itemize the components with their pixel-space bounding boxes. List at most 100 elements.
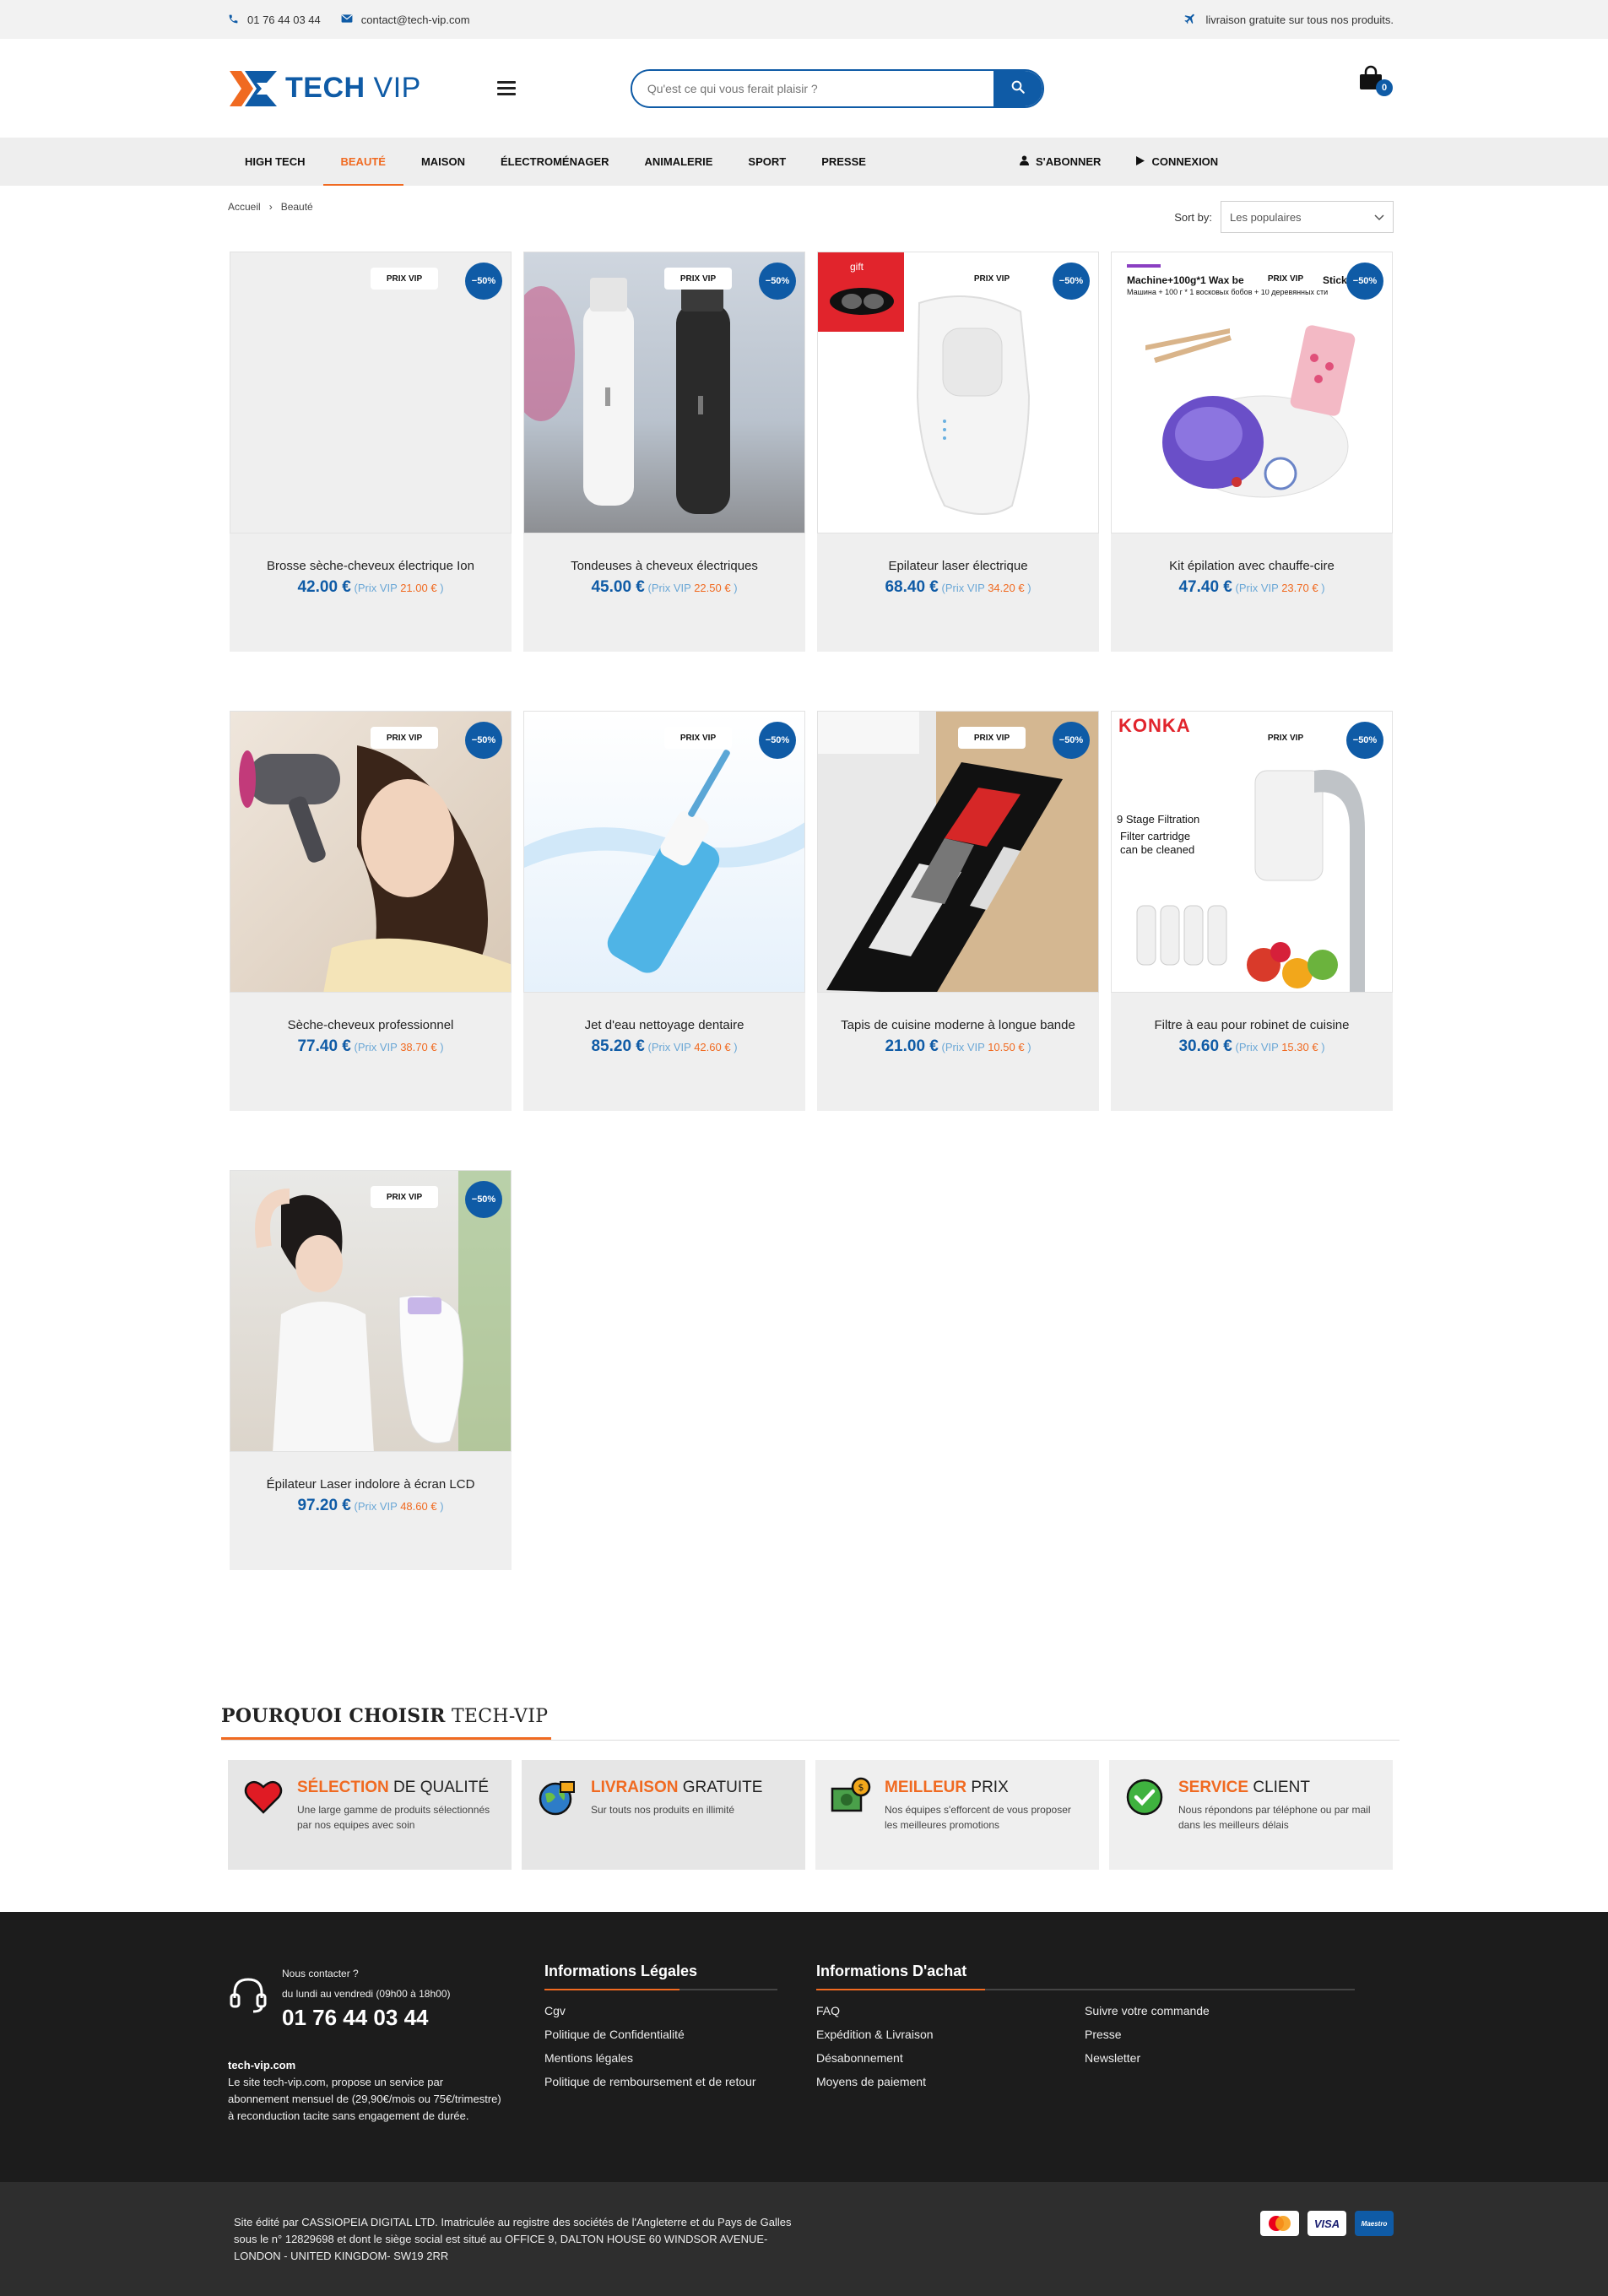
product-name[interactable]: Filtre à eau pour robinet de cuisine bbox=[1111, 993, 1393, 1036]
price-close: ) bbox=[1321, 582, 1325, 594]
check-circle-icon bbox=[1124, 1777, 1165, 1817]
nav-login[interactable]: CONNEXION bbox=[1118, 138, 1236, 186]
footer-contact: Nous contacter ? du lundi au vendredi (0… bbox=[228, 1968, 451, 2031]
mastercard-icon bbox=[1260, 2211, 1299, 2236]
price-regular: 97.20 € bbox=[297, 1497, 351, 1514]
price-vip: 34.20 € bbox=[988, 582, 1025, 594]
money-icon: $ bbox=[831, 1777, 871, 1817]
cart-button[interactable]: 0 bbox=[1357, 64, 1393, 98]
product-card[interactable]: KONKA 9 Stage Filtration Filter cartridg… bbox=[1111, 711, 1393, 1111]
phone-icon bbox=[228, 14, 239, 26]
why-box-shipping: LIVRAISON GRATUITE Sur touts nos produit… bbox=[522, 1760, 805, 1870]
product-name[interactable]: Kit épilation avec chauffe-cire bbox=[1111, 533, 1393, 577]
product-name[interactable]: Épilateur Laser indolore à écran LCD bbox=[230, 1452, 512, 1495]
product-image: PRIX VIP −50% bbox=[523, 252, 805, 533]
product-name[interactable]: Sèche-cheveux professionnel bbox=[230, 993, 512, 1036]
hair-dryer-illustration bbox=[239, 745, 511, 992]
product-image: KONKA 9 Stage Filtration Filter cartridg… bbox=[1111, 711, 1393, 993]
site-logo[interactable]: TECH VIP bbox=[228, 68, 421, 110]
product-card[interactable]: PRIX VIP −50% Tondeuses à cheveux électr… bbox=[523, 252, 805, 652]
sort-select[interactable]: Les populaires bbox=[1221, 201, 1394, 233]
site-footer: Nous contacter ? du lundi au vendredi (0… bbox=[0, 1912, 1608, 2182]
why-quality-title: SÉLECTION DE QUALITÉ bbox=[297, 1779, 496, 1797]
footer-legal-text: Site édité par CASSIOPEIA DIGITAL LTD. I… bbox=[234, 2216, 792, 2262]
svg-text:$: $ bbox=[858, 1782, 864, 1793]
why-shipping-text: Sur touts nos produits en illimité bbox=[591, 1804, 735, 1816]
product-name[interactable]: Epilateur laser électrique bbox=[817, 533, 1099, 577]
search-button[interactable] bbox=[993, 70, 1042, 106]
footer-link-privacy[interactable]: Politique de Confidentialité bbox=[544, 2023, 777, 2046]
footer-link-track-order[interactable]: Suivre votre commande bbox=[1085, 1999, 1353, 2023]
price-vip-label: (Prix VIP bbox=[941, 1041, 985, 1053]
footer-link-newsletter[interactable]: Newsletter bbox=[1085, 2046, 1353, 2070]
nav-item-beaute[interactable]: BEAUTÉ bbox=[322, 138, 404, 186]
footer-link-press[interactable]: Presse bbox=[1085, 2023, 1353, 2046]
product-image: Machine+100g*1 Wax be Машина + 100 г * 1… bbox=[1111, 252, 1393, 533]
footer-phone[interactable]: 01 76 44 03 44 bbox=[282, 2005, 451, 2031]
why-quality-hl: SÉLECTION bbox=[297, 1779, 389, 1796]
product-card[interactable]: PRIX VIP −50% Brosse sèche-cheveux élect… bbox=[230, 252, 512, 652]
topbar-shipping: livraison gratuite sur tous nos produits… bbox=[1183, 12, 1394, 27]
product-card[interactable]: PRIX VIP −50% Sèche-cheveux professionne… bbox=[230, 711, 512, 1111]
footer-link-shipping[interactable]: Expédition & Livraison bbox=[816, 2023, 1085, 2046]
headset-icon bbox=[228, 1974, 268, 2015]
footer-link-faq[interactable]: FAQ bbox=[816, 1999, 1085, 2023]
product-image: PRIX VIP −50% bbox=[230, 252, 512, 533]
topbar-email[interactable]: contact@tech-vip.com bbox=[341, 14, 470, 26]
footer-link-legal-notice[interactable]: Mentions légales bbox=[544, 2046, 777, 2070]
why-price-rest: PRIX bbox=[971, 1779, 1009, 1796]
product-image: PRIX VIP −50% bbox=[230, 1170, 512, 1452]
price-regular: 30.60 € bbox=[1178, 1037, 1232, 1055]
payment-cards: VISA Maestro bbox=[1260, 2211, 1394, 2236]
breadcrumb-sort-row: Accueil › Beauté Sort by: Les populaires bbox=[228, 201, 1394, 235]
laser-epilator-illustration bbox=[818, 252, 1031, 515]
footer-link-cgv[interactable]: Cgv bbox=[544, 1999, 777, 2023]
price-close: ) bbox=[1027, 582, 1031, 594]
product-card[interactable]: PRIX VIP −50% Jet d'eau nettoyage dentai… bbox=[523, 711, 805, 1111]
footer-about: tech-vip.com Le site tech-vip.com, propo… bbox=[228, 2057, 506, 2125]
product-name[interactable]: Tondeuses à cheveux électriques bbox=[523, 533, 805, 577]
product-card[interactable]: Machine+100g*1 Wax be Машина + 100 г * 1… bbox=[1111, 252, 1393, 652]
price-vip-label: (Prix VIP bbox=[941, 582, 985, 594]
maestro-icon: Maestro bbox=[1355, 2211, 1394, 2236]
filter-label-2: Filter cartridge bbox=[1120, 830, 1191, 842]
topbar-phone[interactable]: 01 76 44 03 44 bbox=[228, 14, 321, 26]
product-name[interactable]: Tapis de cuisine moderne à longue bande bbox=[817, 993, 1099, 1036]
product-card[interactable]: PRIX VIP −50% Épilateur Laser indolore à… bbox=[230, 1170, 512, 1570]
price-regular: 68.40 € bbox=[885, 578, 939, 596]
nav-item-high-tech[interactable]: HIGH TECH bbox=[228, 138, 323, 186]
play-arrow-icon bbox=[1136, 155, 1145, 168]
footer-link-payment[interactable]: Moyens de paiement bbox=[816, 2070, 1085, 2093]
discount-badge: −50% bbox=[759, 263, 796, 300]
gift-label: gift bbox=[850, 261, 864, 273]
product-price: 68.40 € (Prix VIP 34.20 € ) bbox=[817, 578, 1099, 597]
product-name[interactable]: Jet d'eau nettoyage dentaire bbox=[523, 993, 805, 1036]
konka-logo: KONKA bbox=[1118, 715, 1191, 736]
product-name[interactable]: Brosse sèche-cheveux électrique Ion bbox=[230, 533, 512, 577]
why-shipping-title: LIVRAISON GRATUITE bbox=[591, 1779, 762, 1797]
water-flosser-illustration bbox=[524, 750, 804, 973]
price-vip: 22.50 € bbox=[694, 582, 731, 594]
logo-text: TECH VIP bbox=[285, 72, 421, 105]
price-close: ) bbox=[734, 1041, 738, 1053]
nav-item-animalerie[interactable]: ANIMALERIE bbox=[627, 138, 731, 186]
sort-control: Sort by: Les populaires bbox=[1174, 201, 1394, 233]
chevron-down-icon bbox=[1374, 211, 1384, 224]
nav-item-presse[interactable]: PRESSE bbox=[804, 138, 884, 186]
heart-icon bbox=[243, 1777, 284, 1817]
vip-badge: PRIX VIP bbox=[371, 727, 438, 749]
breadcrumb-home[interactable]: Accueil bbox=[228, 201, 261, 213]
product-card[interactable]: PRIX VIP −50% Tapis de cuisine moderne à… bbox=[817, 711, 1099, 1111]
vip-badge: PRIX VIP bbox=[664, 727, 732, 749]
nav-item-sport[interactable]: SPORT bbox=[730, 138, 804, 186]
topbar-phone-text: 01 76 44 03 44 bbox=[247, 13, 321, 26]
footer-link-refund[interactable]: Politique de remboursement et de retour bbox=[544, 2073, 777, 2090]
nav-item-maison[interactable]: MAISON bbox=[403, 138, 483, 186]
nav-item-electromenager[interactable]: ÉLECTROMÉNAGER bbox=[483, 138, 627, 186]
menu-burger-icon[interactable] bbox=[496, 81, 516, 95]
product-card[interactable]: gift PRIX VIP −50% Epilateur laser élect… bbox=[817, 252, 1099, 652]
footer-link-unsubscribe[interactable]: Désabonnement bbox=[816, 2046, 1085, 2070]
search-input[interactable] bbox=[631, 70, 993, 106]
price-vip-label: (Prix VIP bbox=[647, 1041, 691, 1053]
nav-subscribe[interactable]: S'ABONNER bbox=[1002, 138, 1119, 186]
